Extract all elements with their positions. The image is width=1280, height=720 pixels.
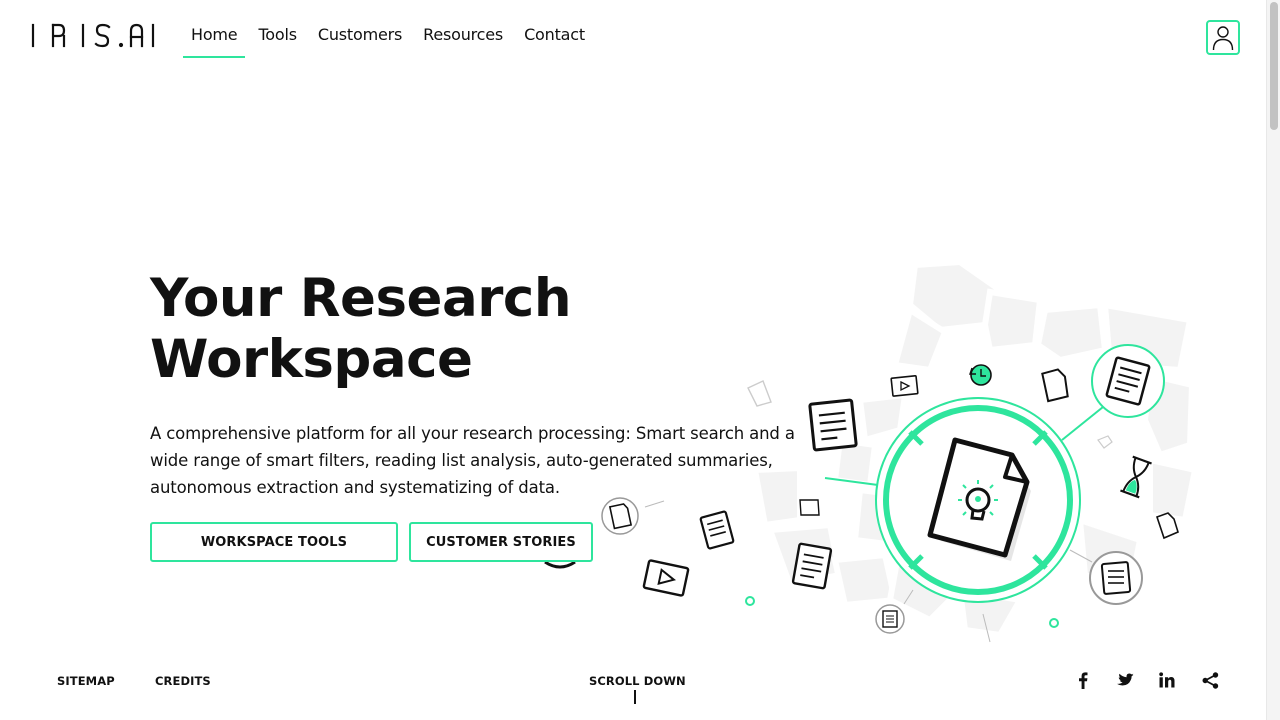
facebook-icon[interactable] bbox=[1073, 670, 1093, 690]
user-icon bbox=[1212, 25, 1234, 50]
twitter-icon[interactable] bbox=[1115, 670, 1135, 690]
scroll-down-link[interactable]: SCROLL DOWN bbox=[589, 674, 686, 688]
nav-item-contact[interactable]: Contact bbox=[516, 20, 593, 58]
customer-stories-button[interactable]: CUSTOMER STORIES bbox=[409, 522, 593, 562]
iris-ai-logo-mark bbox=[31, 23, 155, 48]
video-icon bbox=[642, 559, 690, 597]
workspace-tools-button[interactable]: WORKSPACE TOOLS bbox=[150, 522, 398, 562]
hero-title-line1: Your Research bbox=[150, 268, 572, 329]
iris-ai-logo[interactable] bbox=[31, 22, 155, 48]
nav-item-home[interactable]: Home bbox=[183, 20, 246, 58]
nav-item-tools[interactable]: Tools bbox=[250, 20, 304, 58]
share-icon[interactable] bbox=[1200, 670, 1220, 690]
scroll-indicator-line bbox=[634, 690, 636, 704]
scrollbar-thumb[interactable] bbox=[1270, 2, 1278, 130]
sitemap-link[interactable]: SITEMAP bbox=[57, 674, 115, 688]
hero-description: A comprehensive platform for all your re… bbox=[150, 424, 795, 497]
nav-item-resources[interactable]: Resources bbox=[415, 20, 511, 58]
page-scrollbar[interactable] bbox=[1266, 0, 1280, 720]
credits-link[interactable]: CREDITS bbox=[155, 674, 211, 688]
account-button[interactable] bbox=[1206, 20, 1240, 55]
hero-title-line2: Workspace bbox=[150, 329, 473, 390]
linkedin-icon[interactable] bbox=[1157, 670, 1177, 690]
hero-title: Your Research Workspace bbox=[150, 268, 750, 390]
nav-item-customers[interactable]: Customers bbox=[310, 20, 410, 58]
hourglass-icon bbox=[1120, 455, 1152, 499]
clock-icon bbox=[969, 364, 992, 386]
main-nav: Home Tools Customers Resources Contact bbox=[183, 20, 598, 58]
